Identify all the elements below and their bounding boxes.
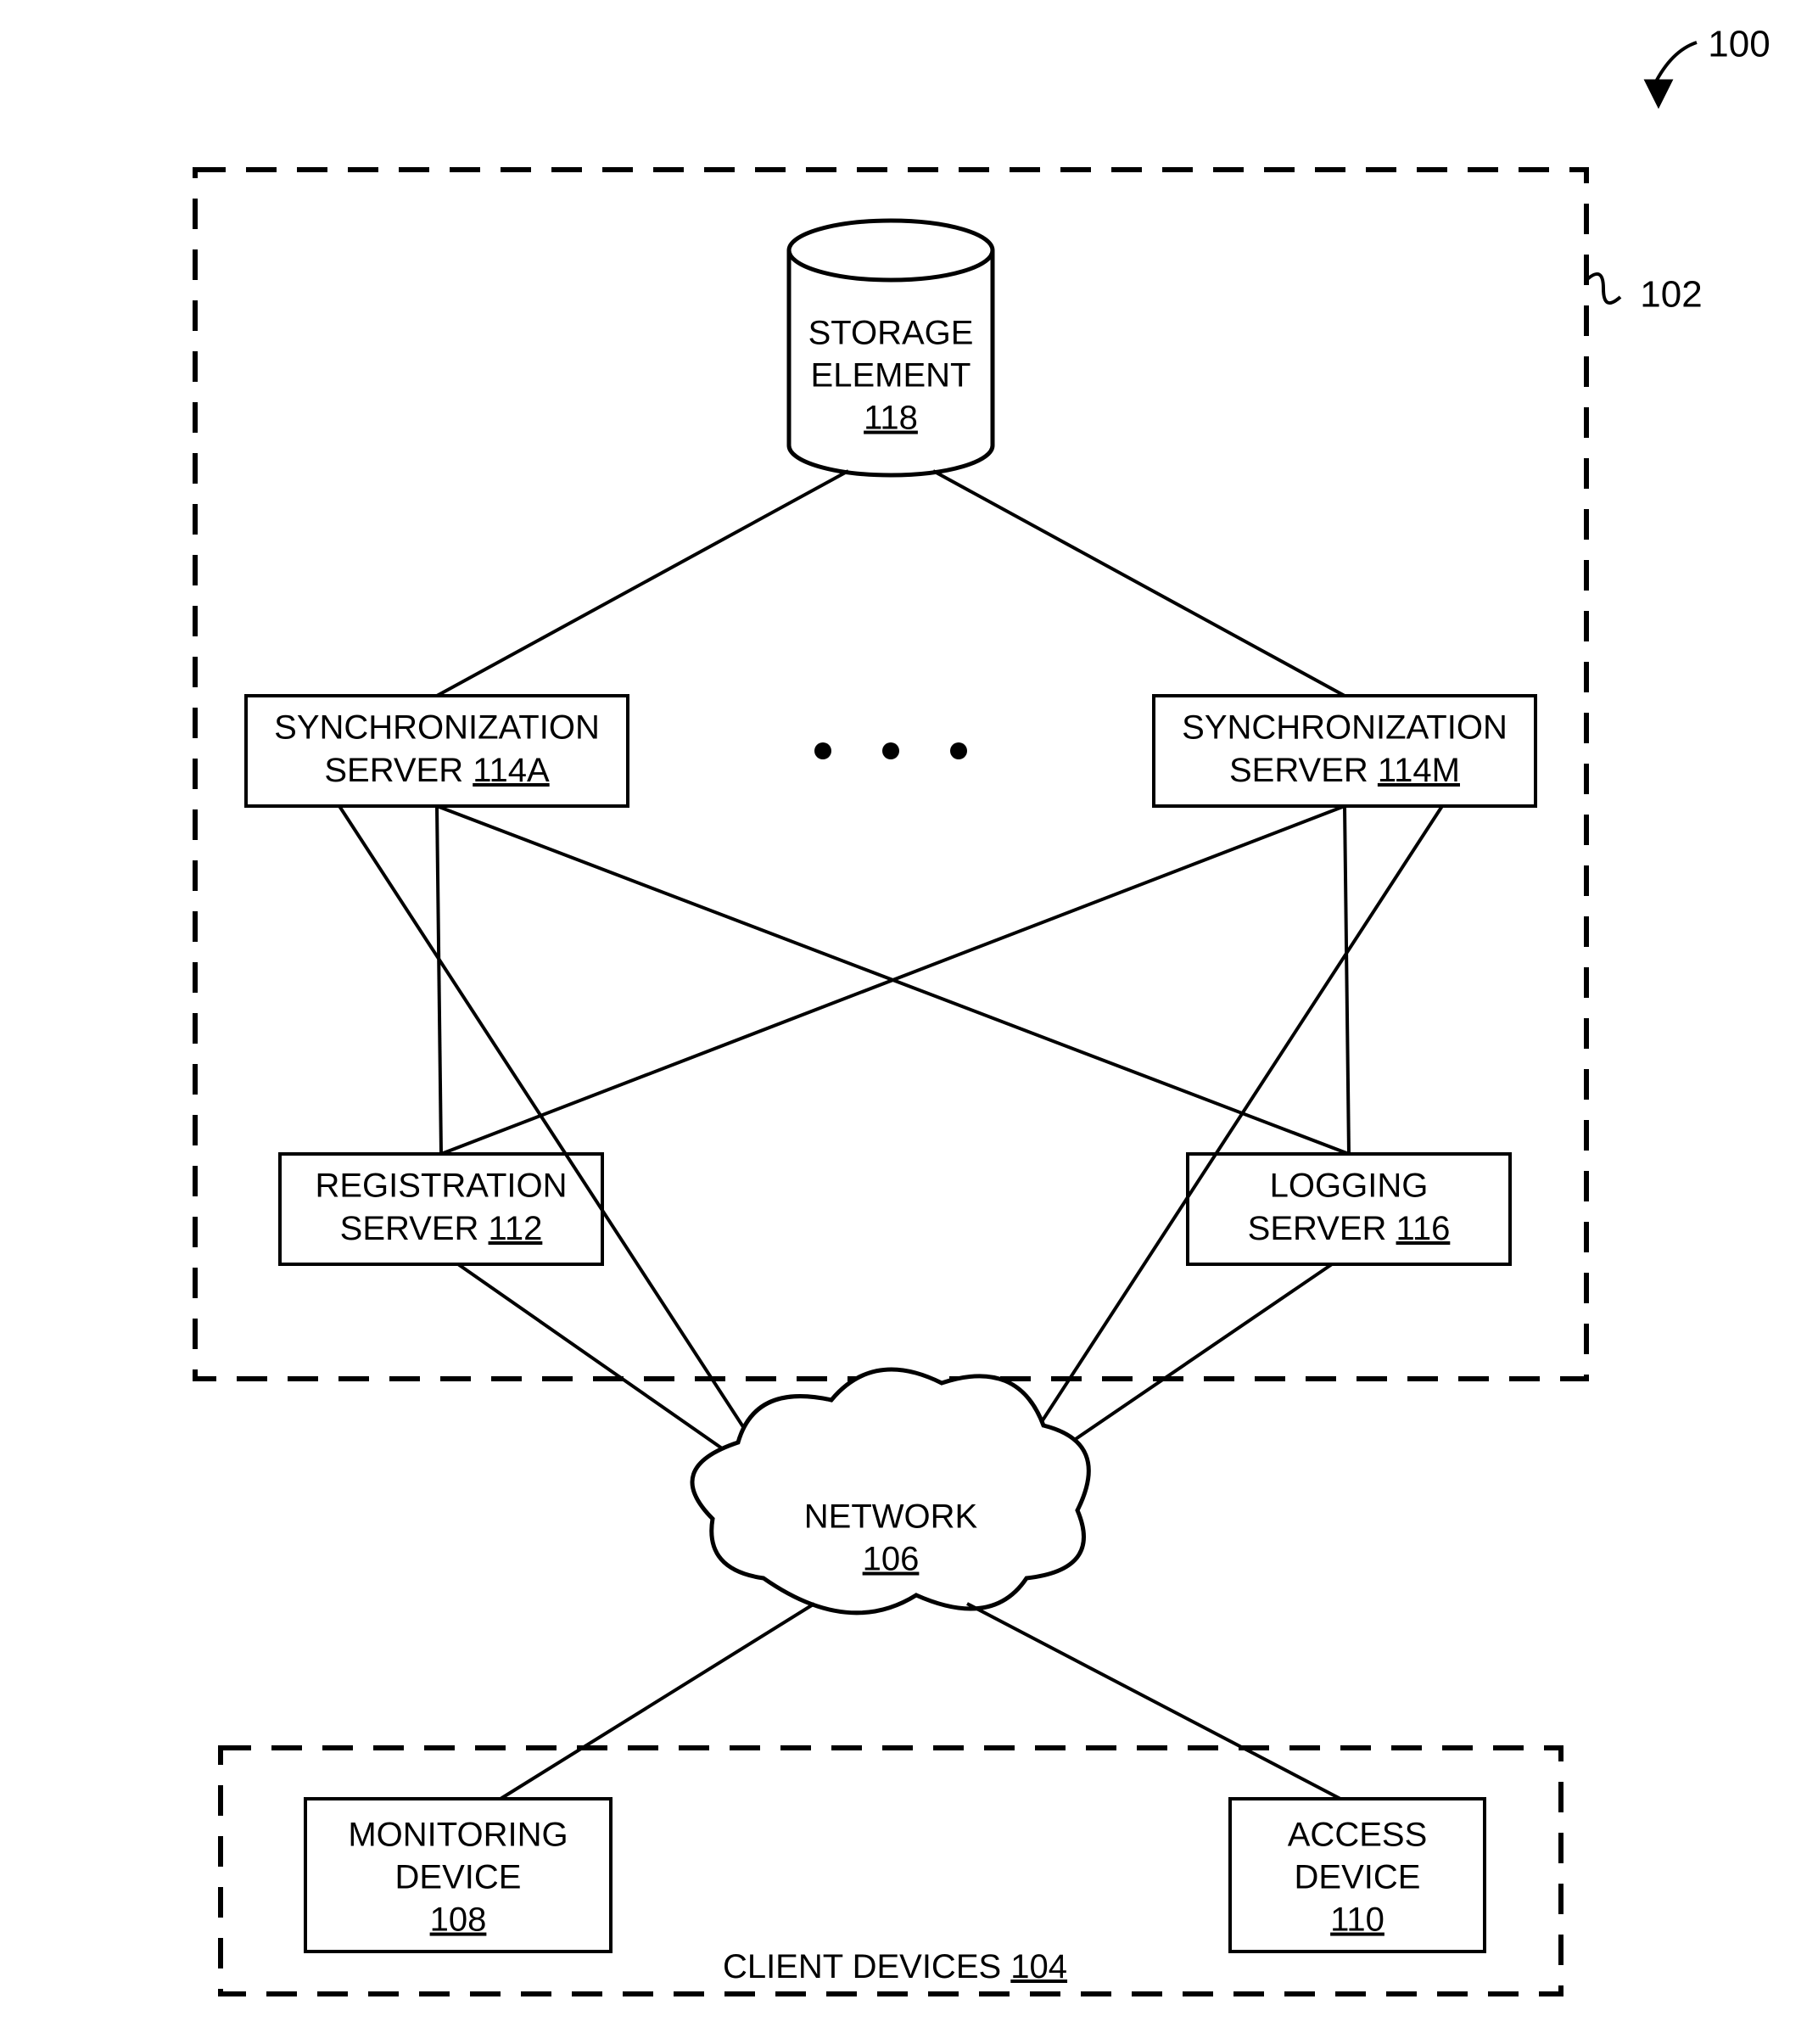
- server-group-ref-text: 102: [1640, 274, 1702, 316]
- monitoring-device: MONITORING DEVICE 108: [305, 1799, 611, 1952]
- edge-net-mon: [501, 1604, 814, 1799]
- log-line2: SERVER 116: [1248, 1210, 1451, 1247]
- reg-line2: SERVER 112: [340, 1210, 543, 1247]
- sync-a-line2: SERVER 114A: [324, 752, 550, 789]
- acc-ref: 110: [1330, 1901, 1384, 1939]
- acc-line1: ACCESS: [1288, 1817, 1428, 1854]
- network-cloud: NETWORK 106: [692, 1369, 1088, 1613]
- edge-sa-reg: [437, 806, 441, 1154]
- edge-storage-syncm: [933, 471, 1345, 696]
- mon-line1: MONITORING: [348, 1817, 568, 1854]
- server-group-ref: 102: [1586, 274, 1703, 316]
- figure-ref: 100: [1646, 24, 1770, 106]
- access-device: ACCESS DEVICE 110: [1230, 1799, 1485, 1952]
- storage-line1: STORAGE: [808, 315, 974, 352]
- logging-server: LOGGING SERVER 116: [1188, 1154, 1510, 1264]
- reg-line1: REGISTRATION: [315, 1168, 567, 1205]
- storage-ref: 118: [864, 400, 918, 437]
- registration-server: REGISTRATION SERVER 112: [280, 1154, 602, 1264]
- diagram-root: 100 102 STORAGE ELEMENT 118 SYNCHRONIZAT…: [0, 0, 1818, 2044]
- figure-ref-text: 100: [1708, 24, 1770, 65]
- log-line1: LOGGING: [1270, 1168, 1429, 1205]
- network-ref: 106: [863, 1541, 920, 1578]
- sync-server-a: SYNCHRONIZATION SERVER 114A: [246, 696, 628, 806]
- edge-net-acc: [967, 1604, 1340, 1799]
- sync-server-m: SYNCHRONIZATION SERVER 114M: [1154, 696, 1536, 806]
- edge-storage-synca: [437, 471, 848, 696]
- ellipsis-dots: [814, 742, 967, 759]
- storage-element: STORAGE ELEMENT 118: [789, 221, 993, 475]
- acc-line2: DEVICE: [1295, 1859, 1421, 1896]
- storage-line2: ELEMENT: [811, 357, 971, 395]
- sync-m-line1: SYNCHRONIZATION: [1182, 709, 1508, 747]
- mon-line2: DEVICE: [395, 1859, 522, 1896]
- sync-m-line2: SERVER 114M: [1229, 752, 1460, 789]
- sync-a-line1: SYNCHRONIZATION: [274, 709, 600, 747]
- mon-ref: 108: [430, 1901, 487, 1939]
- network-label: NETWORK: [804, 1498, 978, 1536]
- client-devices-label: CLIENT DEVICES 104: [723, 1948, 1067, 1985]
- edge-sm-log: [1345, 806, 1349, 1154]
